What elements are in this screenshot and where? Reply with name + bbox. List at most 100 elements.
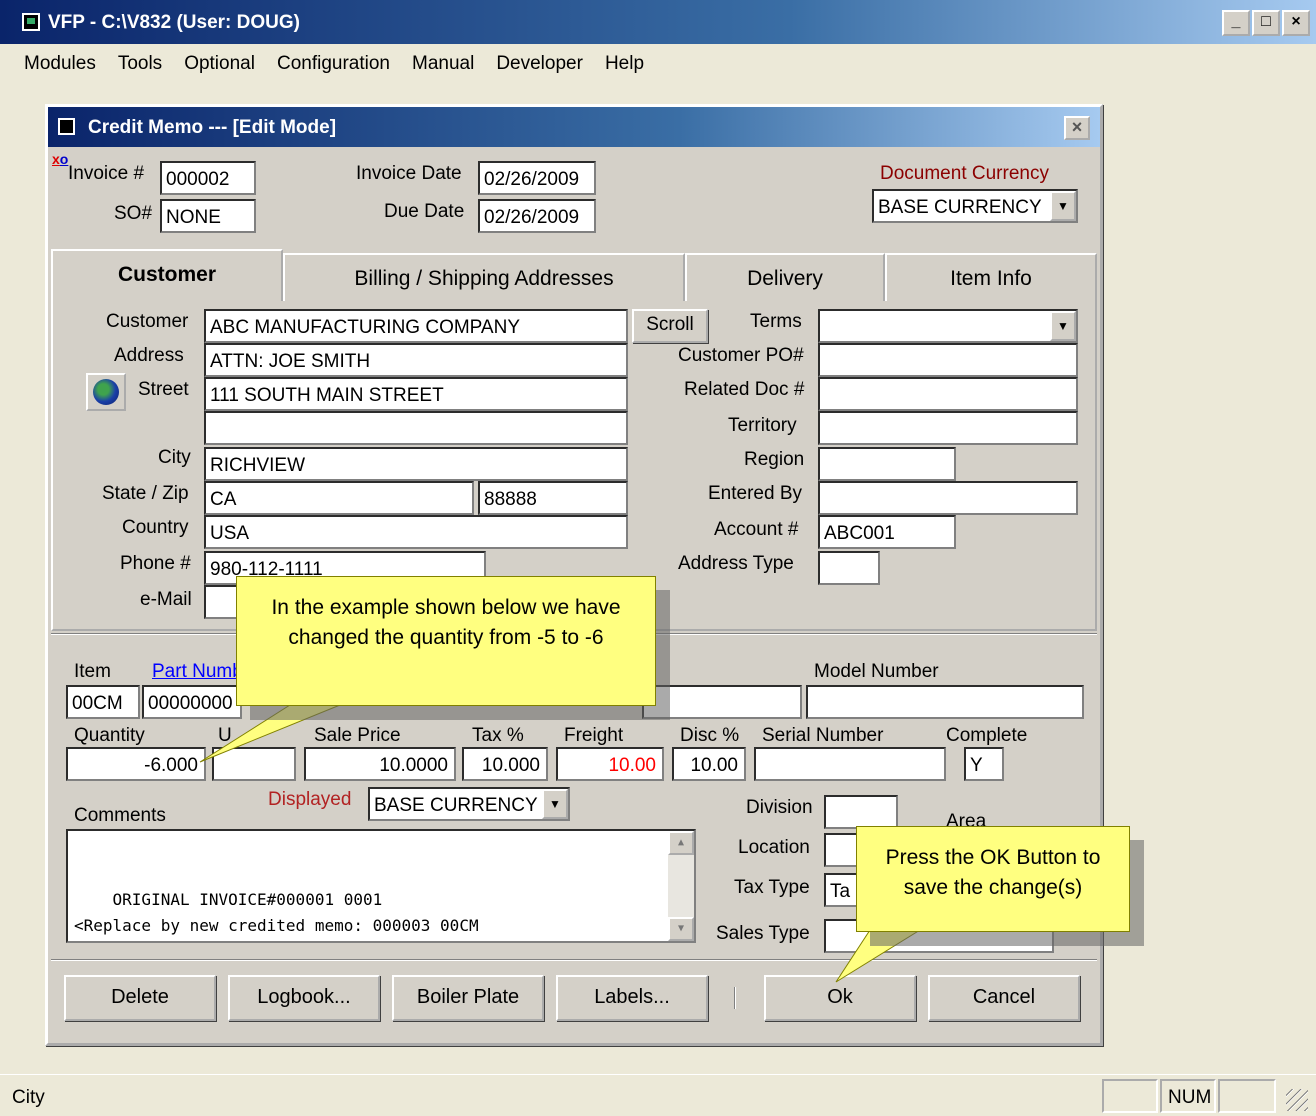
related-doc-label: Related Doc # [684,379,805,400]
customer-po-label: Customer PO# [678,345,804,366]
zip-field[interactable]: 88888 [478,481,628,515]
chevron-down-icon[interactable]: ▼ [542,789,568,819]
cancel-button[interactable]: Cancel [928,975,1080,1021]
menu-tools[interactable]: Tools [118,44,173,84]
quantity-label: Quantity [74,725,145,746]
territory-field[interactable] [818,411,1078,445]
street-field[interactable]: 111 SOUTH MAIN STREET [204,377,628,411]
boiler-plate-button[interactable]: Boiler Plate [392,975,544,1021]
disc-percent-field[interactable]: 10.00 [672,747,746,781]
displayed-currency-value: BASE CURRENCY [374,795,538,816]
globe-icon[interactable] [86,373,126,411]
model-number-field[interactable] [806,685,1084,719]
serial-number-field[interactable] [754,747,946,781]
part-number-link[interactable]: Part Numb [152,661,243,683]
um-label: U [218,725,232,746]
menu-bar: Modules Tools Optional Configuration Man… [0,44,1316,84]
tab-item-info[interactable]: Item Info [885,253,1097,301]
so-label: SO# [114,203,153,224]
menu-optional[interactable]: Optional [184,44,266,84]
comments-textarea[interactable]: ORIGINAL INVOICE#000001 0001 <Replace by… [66,829,696,943]
app-title: VFP - C:\V832 (User: DOUG) [48,12,300,33]
complete-label: Complete [946,725,1028,746]
chevron-down-icon[interactable]: ▼ [1050,311,1076,341]
app-system-icon[interactable] [22,13,40,31]
document-currency-value: BASE CURRENCY [878,197,1042,218]
account-field[interactable]: ABC001 [818,515,956,549]
description-field[interactable] [642,685,802,719]
labels-button[interactable]: Labels... [556,975,708,1021]
menu-help[interactable]: Help [605,44,655,84]
city-label: City [158,447,191,468]
scroll-button[interactable]: Scroll [632,309,708,343]
street2-field[interactable] [204,411,628,445]
city-field[interactable]: RICHVIEW [204,447,628,481]
logbook-button[interactable]: Logbook... [228,975,380,1021]
button-separator [734,987,736,1009]
menu-modules[interactable]: Modules [24,44,107,84]
tab-customer[interactable]: Customer [51,249,283,301]
address-type-label: Address Type [678,553,794,574]
chevron-down-icon[interactable]: ▼ [1050,191,1076,221]
tax-percent-field[interactable]: 10.000 [462,747,548,781]
division-field[interactable] [824,795,898,829]
item-field[interactable]: 00CM [66,685,140,719]
invoice-field[interactable]: 000002 [160,161,256,195]
phone-label: Phone # [120,553,191,574]
menu-manual[interactable]: Manual [412,44,485,84]
country-field[interactable]: USA [204,515,628,549]
state-field[interactable]: CA [204,481,474,515]
sale-price-label: Sale Price [314,725,401,746]
document-currency-combo[interactable]: BASE CURRENCY ▼ [872,189,1078,223]
entered-by-label: Entered By [708,483,802,504]
so-field[interactable]: NONE [160,199,256,233]
ok-button[interactable]: Ok [764,975,916,1021]
x-link[interactable]: x [52,151,60,167]
street-label: Street [138,379,189,400]
region-field[interactable] [818,447,956,481]
resize-grip-icon[interactable] [1286,1089,1308,1111]
xo-toggle[interactable]: xo [52,151,68,167]
address-label: Address [114,345,184,366]
delete-button[interactable]: Delete [64,975,216,1021]
related-doc-field[interactable] [818,377,1078,411]
tab-delivery[interactable]: Delivery [685,253,885,301]
due-date-field[interactable]: 02/26/2009 [478,199,596,233]
comments-scrollbar[interactable]: ▲ ▼ [668,831,694,941]
menu-developer[interactable]: Developer [496,44,594,84]
item-label: Item [74,661,111,682]
customer-field[interactable]: ABC MANUFACTURING COMPANY [204,309,628,343]
part-number-field[interactable]: 00000000 [142,685,242,719]
division-label: Division [746,797,813,818]
quantity-callout: In the example shown below we have chang… [236,576,656,706]
document-currency-label: Document Currency [880,163,1049,184]
minimize-button[interactable]: _ [1222,10,1250,36]
terms-combo[interactable]: ▼ [818,309,1078,343]
serial-number-label: Serial Number [762,725,884,746]
customer-label: Customer [106,311,189,332]
menu-configuration[interactable]: Configuration [277,44,401,84]
scroll-up-icon[interactable]: ▲ [668,831,694,855]
ok-callout: Press the OK Button to save the change(s… [856,826,1130,932]
um-field[interactable] [212,747,296,781]
displayed-currency-combo[interactable]: BASE CURRENCY ▼ [368,787,570,821]
dialog-system-icon[interactable] [58,118,75,135]
tab-billing-shipping[interactable]: Billing / Shipping Addresses [283,253,685,301]
freight-field[interactable]: 10.00 [556,747,664,781]
status-num: NUM [1160,1079,1216,1113]
customer-po-field[interactable] [818,343,1078,377]
dialog-close-button[interactable]: × [1064,116,1090,140]
entered-by-field[interactable] [818,481,1078,515]
territory-label: Territory [728,415,797,436]
dialog-title: Credit Memo --- [Edit Mode] [88,117,337,138]
scroll-down-icon[interactable]: ▼ [668,917,694,941]
maximize-button[interactable]: □ [1252,10,1280,36]
address-type-field[interactable] [818,551,880,585]
model-number-label: Model Number [814,661,939,682]
sale-price-field[interactable]: 10.0000 [304,747,456,781]
quantity-field[interactable]: -6.000 [66,747,206,781]
invoice-date-field[interactable]: 02/26/2009 [478,161,596,195]
complete-field[interactable]: Y [964,747,1004,781]
address-field[interactable]: ATTN: JOE SMITH [204,343,628,377]
close-button[interactable]: × [1282,10,1310,36]
